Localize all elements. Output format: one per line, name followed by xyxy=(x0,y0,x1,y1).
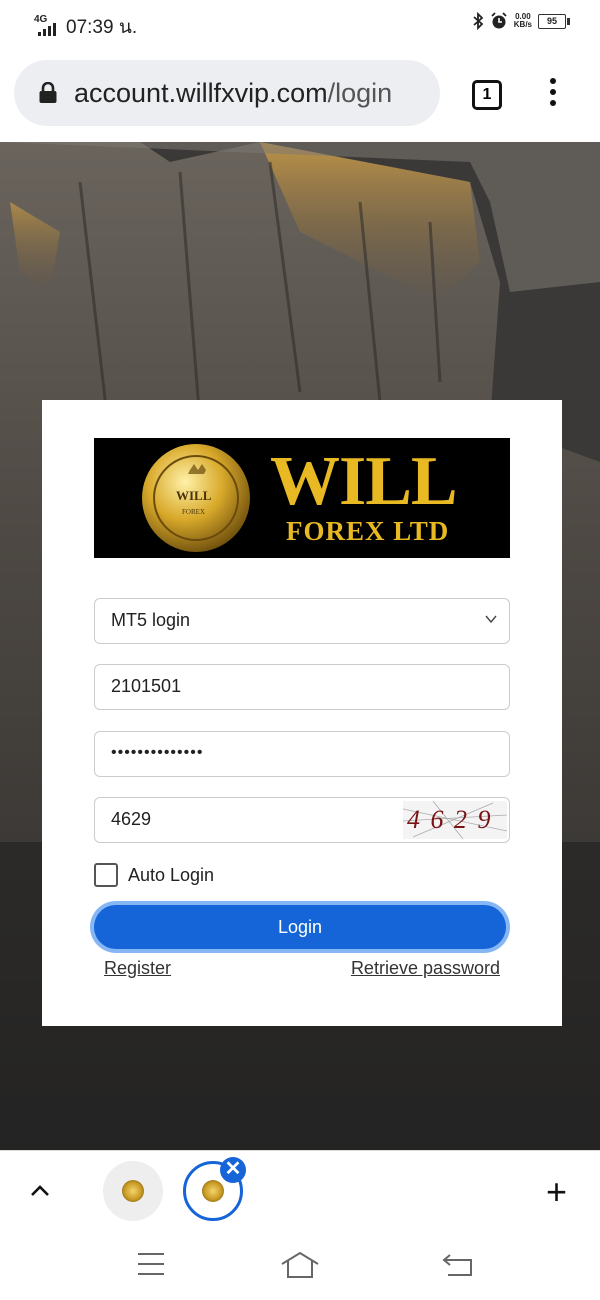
speed-unit: KB/s xyxy=(513,20,532,29)
login-button[interactable]: Login xyxy=(94,905,506,949)
auto-login-row[interactable]: Auto Login xyxy=(94,863,214,887)
auto-login-checkbox[interactable] xyxy=(94,863,118,887)
login-id-field[interactable]: 2101501 xyxy=(94,664,510,710)
password-value: •••••••••••••• xyxy=(111,744,204,761)
site-favicon xyxy=(122,1180,144,1202)
brand-main-text: WILL xyxy=(270,443,458,520)
home-icon[interactable] xyxy=(280,1251,320,1279)
status-left: 4G 07:39 น. xyxy=(34,12,137,42)
login-id-value: 2101501 xyxy=(111,676,182,696)
site-favicon xyxy=(202,1180,224,1202)
signal-icon: 4G xyxy=(34,14,60,38)
battery-icon: 95 xyxy=(538,13,570,29)
login-card: WILL FOREX WILL FOREX LTD MT5 login 2101… xyxy=(42,400,562,1026)
captcha-input-value: 4629 xyxy=(111,809,152,829)
recent-apps-icon[interactable] xyxy=(136,1251,166,1277)
status-right: 0.00 KB/s 95 xyxy=(472,12,570,30)
back-icon[interactable] xyxy=(442,1251,474,1277)
url-text[interactable]: account.willfxvip.com/login xyxy=(74,78,392,109)
system-nav-bar xyxy=(0,1231,600,1300)
browser-toolbar: account.willfxvip.com/login 1 xyxy=(0,50,600,143)
captcha-image-text: 4 6 2 9 xyxy=(407,805,493,834)
register-link[interactable]: Register xyxy=(104,958,171,979)
tab-strip: ✕ + xyxy=(0,1150,600,1232)
chevron-up-icon[interactable] xyxy=(28,1179,52,1203)
more-menu-icon[interactable] xyxy=(548,78,558,108)
address-bar[interactable]: account.willfxvip.com/login xyxy=(14,60,440,126)
close-tab-icon[interactable]: ✕ xyxy=(220,1157,246,1183)
bluetooth-icon xyxy=(473,12,484,30)
tab-switcher-icon[interactable]: 1 xyxy=(472,80,502,110)
password-field[interactable]: •••••••••••••• xyxy=(94,731,510,777)
brand-sub-text: FOREX LTD xyxy=(286,516,450,546)
url-path: /login xyxy=(327,78,393,108)
alarm-icon xyxy=(491,12,507,29)
captcha-field[interactable]: 4629 4 6 2 9 xyxy=(94,797,510,843)
captcha-image[interactable]: 4 6 2 9 xyxy=(403,801,507,839)
network-speed: 0.00 KB/s xyxy=(514,13,532,29)
retrieve-password-link[interactable]: Retrieve password xyxy=(351,958,500,979)
lock-icon[interactable] xyxy=(38,82,58,104)
auto-login-label: Auto Login xyxy=(128,864,215,885)
brand-logo: WILL FOREX WILL FOREX LTD xyxy=(94,438,510,558)
clock: 07:39 น. xyxy=(66,17,138,38)
status-bar: 4G 07:39 น. 0.00 KB/s 95 xyxy=(0,0,600,50)
seal-top-text: WILL xyxy=(176,488,212,503)
tab-thumbnail[interactable] xyxy=(103,1161,163,1221)
chevron-down-icon xyxy=(485,615,497,624)
account-type-value: MT5 login xyxy=(111,610,191,630)
url-host: account.willfxvip.com xyxy=(74,78,328,108)
new-tab-icon[interactable]: + xyxy=(546,1171,567,1213)
account-type-select[interactable]: MT5 login xyxy=(94,598,510,644)
seal-bottom-text: FOREX xyxy=(182,508,205,516)
